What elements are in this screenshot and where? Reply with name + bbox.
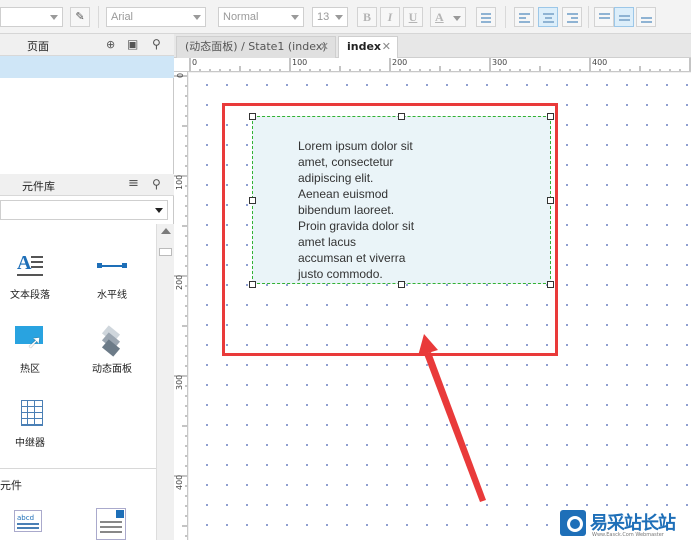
- tab-label: (动态面板) / State1 (index): [185, 40, 327, 53]
- library-dropdown[interactable]: [0, 200, 168, 220]
- style-dropdown[interactable]: [0, 7, 63, 27]
- ruler-label: 200: [175, 274, 184, 290]
- widget-label: 热区: [20, 364, 40, 375]
- text-paragraph-icon: A: [15, 252, 45, 282]
- watermark: 易采站长站 Www.Easck.Com Webmaster: [556, 507, 691, 540]
- italic-button[interactable]: I: [380, 7, 400, 27]
- font-size-dropdown[interactable]: 13: [312, 7, 348, 27]
- library-panel-header: 元件库 ≡ ⚲: [0, 174, 174, 196]
- pages-panel-header: 页面 ⊕ ▣ ⚲: [0, 34, 174, 56]
- text-field-widget-icon[interactable]: abcd: [14, 510, 42, 532]
- font-family-dropdown[interactable]: Arial: [106, 7, 206, 27]
- tab-label: index: [347, 40, 382, 53]
- scroll-up-icon[interactable]: [161, 228, 171, 234]
- widget-label: 文本段落: [10, 290, 50, 301]
- toolbar-divider: [505, 6, 506, 28]
- hotspot-icon: ➚: [15, 326, 45, 356]
- highlight-box: [222, 103, 558, 356]
- ruler-label: 100: [292, 58, 308, 67]
- repeater-icon: [15, 400, 45, 430]
- pages-panel-title: 页面: [27, 40, 49, 53]
- widget-label: 动态面板: [92, 364, 132, 375]
- chevron-down-icon: [50, 15, 58, 20]
- horizontal-ruler: 0 100 200 300 400: [174, 58, 691, 72]
- ruler-label: 400: [175, 474, 184, 490]
- library-scrollbar[interactable]: [156, 224, 174, 540]
- widget-dynamic-panel[interactable]: 动态面板: [82, 325, 142, 375]
- tab-bar: (动态面板) / State1 (index) ✕ index ✕: [174, 34, 691, 58]
- widget-label: 中继器: [15, 438, 45, 449]
- left-sidebar: 页面 ⊕ ▣ ⚲ 元件库 ≡ ⚲ A 文本段落 水平线 ➚ 热区 动态面板 中继…: [0, 34, 174, 540]
- tab-dynamic-panel-state[interactable]: (动态面板) / State1 (index) ✕: [176, 36, 336, 58]
- toolbar: ✎ Arial Normal 13 B I U A: [0, 0, 691, 34]
- watermark-subtext: Www.Easck.Com Webmaster: [592, 532, 664, 538]
- chevron-down-icon: [453, 16, 461, 21]
- section-divider: [0, 468, 156, 469]
- search-icon[interactable]: ⚲: [152, 177, 161, 191]
- align-left-icon[interactable]: [514, 7, 534, 27]
- font-style-dropdown[interactable]: Normal: [218, 7, 304, 27]
- align-middle-icon[interactable]: [614, 7, 634, 27]
- ruler-label: 300: [492, 58, 508, 67]
- tab-index[interactable]: index ✕: [338, 36, 398, 58]
- chevron-down-icon: [291, 15, 299, 20]
- bold-button[interactable]: B: [357, 7, 377, 27]
- ruler-label: 100: [175, 174, 184, 190]
- library-panel-title: 元件库: [22, 180, 55, 193]
- toolbar-divider: [588, 6, 589, 28]
- horizontal-line-icon: [97, 252, 127, 282]
- widget-hotspot[interactable]: ➚ 热区: [0, 326, 60, 375]
- ruler-label: 200: [392, 58, 408, 67]
- section-label-widgets: 元件: [0, 479, 22, 492]
- align-bottom-icon[interactable]: [636, 7, 656, 27]
- format-painter-icon[interactable]: ✎: [70, 7, 90, 27]
- widget-label: 水平线: [97, 290, 127, 301]
- chevron-down-icon: [193, 15, 201, 20]
- font-style-value: Normal: [223, 11, 259, 23]
- chevron-down-icon: [155, 208, 163, 213]
- search-icon[interactable]: ⚲: [152, 37, 161, 51]
- font-family-value: Arial: [111, 11, 134, 23]
- widget-text-paragraph[interactable]: A 文本段落: [0, 252, 60, 301]
- ruler-label: 400: [592, 58, 608, 67]
- vertical-ruler: 0 100 200 300 400: [174, 72, 188, 540]
- bullet-list-icon[interactable]: [476, 7, 496, 27]
- toolbar-divider: [98, 6, 99, 28]
- underline-button[interactable]: U: [403, 7, 423, 27]
- page-list-item-selected[interactable]: [0, 56, 174, 78]
- ruler-label: 0: [192, 58, 198, 67]
- droplist-widget-icon[interactable]: [96, 508, 126, 540]
- chevron-down-icon: [335, 15, 343, 20]
- align-center-icon[interactable]: [538, 7, 558, 27]
- align-top-icon[interactable]: [594, 7, 614, 27]
- widget-horizontal-line[interactable]: 水平线: [82, 252, 142, 301]
- close-icon[interactable]: ✕: [382, 37, 391, 57]
- font-color-button[interactable]: A: [430, 7, 466, 27]
- align-right-icon[interactable]: [562, 7, 582, 27]
- dynamic-panel-icon: [97, 325, 127, 357]
- scroll-thumb[interactable]: [159, 248, 172, 256]
- ruler-label: 0: [176, 72, 185, 78]
- close-icon[interactable]: ✕: [320, 37, 329, 57]
- menu-icon[interactable]: ≡: [128, 176, 139, 191]
- font-size-value: 13: [317, 11, 330, 23]
- add-folder-icon[interactable]: ▣: [127, 37, 138, 51]
- site-logo-icon: [560, 510, 586, 536]
- font-color-label: A: [435, 10, 444, 24]
- widget-repeater[interactable]: 中继器: [0, 400, 60, 449]
- ruler-label: 300: [175, 374, 184, 390]
- add-page-icon[interactable]: ⊕: [106, 38, 115, 51]
